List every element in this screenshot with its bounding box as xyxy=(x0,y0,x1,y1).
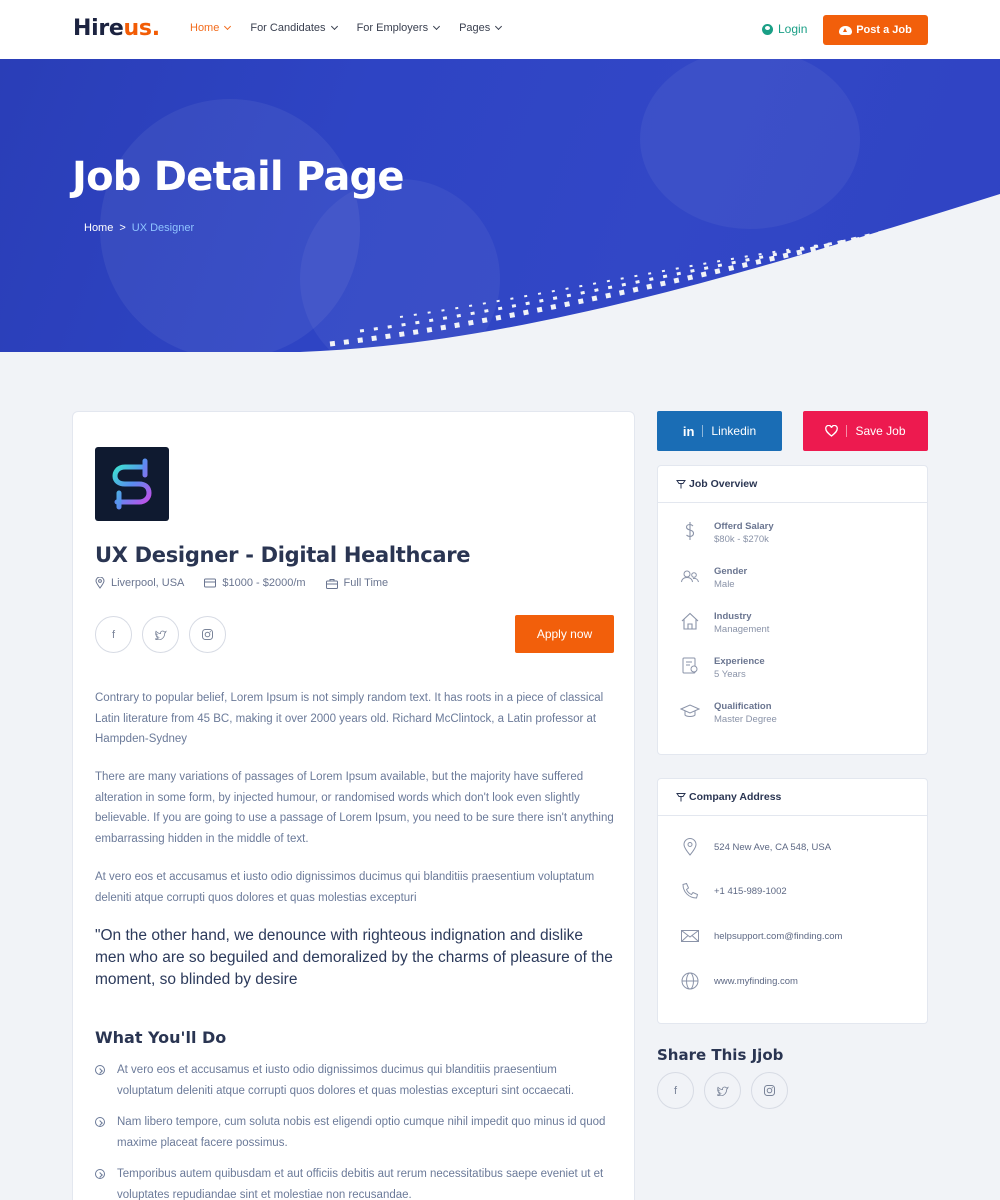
user-icon xyxy=(762,23,773,35)
phone-icon xyxy=(682,882,699,899)
overview-item-gender: Gender Male xyxy=(680,566,747,590)
job-meta: Liverpool, USA $1000 - $2000/m Full Time xyxy=(95,577,388,589)
twitter-icon[interactable] xyxy=(142,616,179,653)
pin-icon xyxy=(676,793,686,802)
graduation-cap-icon xyxy=(680,704,700,717)
job-type: Full Time xyxy=(325,577,388,589)
site-header: Hireus. Home For Candidates For Employer… xyxy=(0,0,1000,59)
job-overview-card: Job Overview Offerd Salary $80k - $270k G… xyxy=(657,465,928,755)
chevron-circle-icon xyxy=(95,1117,105,1127)
chevron-circle-icon xyxy=(95,1169,105,1179)
breadcrumb-current: UX Designer xyxy=(131,222,195,234)
cloud-upload-icon xyxy=(839,25,853,35)
linkedin-icon: in xyxy=(682,423,695,439)
chevron-down-icon xyxy=(330,22,338,31)
job-detail-card: UX Designer - Digital Healthcare Liverpo… xyxy=(72,411,635,1200)
job-title: UX Designer - Digital Healthcare xyxy=(95,543,471,567)
breadcrumb-separator: > xyxy=(119,222,126,234)
users-icon xyxy=(681,570,699,583)
list-item: Nam libero tempore, cum soluta nobis est… xyxy=(95,1112,615,1153)
page-title: Job Detail Page xyxy=(72,154,405,200)
overview-item-experience: Experience 5 Years xyxy=(680,656,765,680)
globe-icon xyxy=(681,972,699,990)
hero-wave-decoration xyxy=(300,194,1000,352)
chevron-down-icon xyxy=(495,22,503,31)
address-item-phone[interactable]: +1 415-989-1002 xyxy=(680,881,787,901)
certificate-icon xyxy=(682,657,698,674)
company-address-header: Company Address xyxy=(658,779,927,816)
apply-now-button[interactable]: Apply now xyxy=(515,615,614,653)
nav-item-for-employers[interactable]: For Employers xyxy=(357,22,441,34)
home-icon xyxy=(681,612,699,630)
company-logo xyxy=(95,447,169,521)
heart-icon xyxy=(825,425,839,437)
job-social-links: f xyxy=(95,616,226,653)
divider xyxy=(846,425,848,437)
overview-item-qualification: Qualification Master Degree xyxy=(680,701,777,725)
instagram-icon[interactable] xyxy=(751,1072,788,1109)
main-nav: Home For Candidates For Employers Pages xyxy=(190,22,503,34)
briefcase-icon xyxy=(325,578,338,589)
dollar-icon xyxy=(685,522,695,540)
nav-item-home[interactable]: Home xyxy=(190,22,232,34)
job-quote: "On the other hand, we denounce with rig… xyxy=(95,927,613,988)
facebook-icon[interactable]: f xyxy=(95,616,132,653)
map-pin-icon xyxy=(95,577,105,589)
share-social-links: f xyxy=(657,1072,788,1109)
linkedin-button[interactable]: in Linkedin xyxy=(657,411,782,451)
job-location: Liverpool, USA xyxy=(95,577,184,589)
mail-icon xyxy=(681,930,699,942)
list-item: At vero eos et accusamus et iusto odio d… xyxy=(95,1060,615,1101)
login-link[interactable]: Login xyxy=(762,22,807,36)
job-description-paragraph: At vero eos et accusamus et iusto odio d… xyxy=(95,871,595,904)
chevron-down-icon xyxy=(433,22,441,31)
overview-item-salary: Offerd Salary $80k - $270k xyxy=(680,521,774,545)
what-youll-do-title: What You'll Do xyxy=(95,1028,227,1047)
facebook-icon[interactable]: f xyxy=(657,1072,694,1109)
post-a-job-button[interactable]: Post a Job xyxy=(823,15,928,45)
job-overview-header: Job Overview xyxy=(658,466,927,503)
address-item-website[interactable]: www.myfinding.com xyxy=(680,971,798,991)
responsibilities-list: At vero eos et accusamus et iusto odio d… xyxy=(95,1060,615,1200)
chevron-circle-icon xyxy=(95,1065,105,1075)
overview-item-industry: Industry Management xyxy=(680,611,769,635)
address-item-location: 524 New Ave, CA 548, USA xyxy=(680,837,831,857)
instagram-icon[interactable] xyxy=(189,616,226,653)
nav-item-for-candidates[interactable]: For Candidates xyxy=(250,22,338,34)
nav-item-pages[interactable]: Pages xyxy=(459,22,503,34)
save-job-button[interactable]: Save Job xyxy=(803,411,928,451)
job-description-paragraph: Contrary to popular belief, Lorem Ipsum … xyxy=(95,692,604,745)
twitter-icon[interactable] xyxy=(704,1072,741,1109)
company-address-card: Company Address 524 New Ave, CA 548, USA… xyxy=(657,778,928,1024)
job-salary: $1000 - $2000/m xyxy=(204,577,306,589)
hero-banner: Job Detail Page Home > UX Designer xyxy=(0,59,1000,352)
divider xyxy=(702,425,704,437)
breadcrumb-home[interactable]: Home xyxy=(84,222,113,234)
breadcrumb: Home > UX Designer xyxy=(84,222,194,234)
chevron-down-icon xyxy=(224,22,232,31)
share-title: Share This Jjob xyxy=(657,1046,784,1064)
credit-card-icon xyxy=(204,578,217,588)
logo[interactable]: Hireus. xyxy=(73,16,160,41)
address-item-email[interactable]: helpsupport.com@finding.com xyxy=(680,926,842,946)
job-description-paragraph: There are many variations of passages of… xyxy=(95,771,614,845)
list-item: Temporibus autem quibusdam et aut offici… xyxy=(95,1164,615,1200)
pin-icon xyxy=(676,480,686,489)
map-pin-icon xyxy=(683,838,697,856)
